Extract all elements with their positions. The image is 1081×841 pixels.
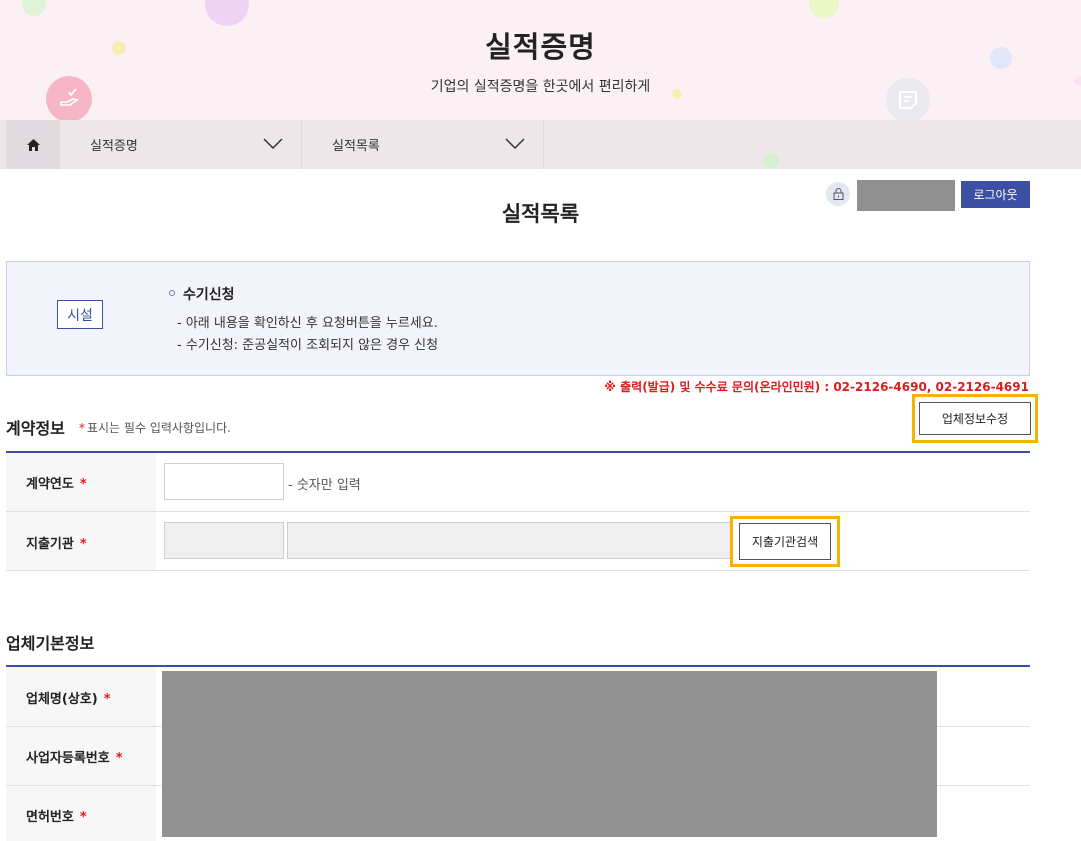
- decoration-dot: [809, 0, 839, 18]
- search-spending-org-button[interactable]: 지출기관검색: [730, 516, 840, 567]
- field-label-cell: 지출기관 *: [6, 512, 156, 570]
- form-row-contract-year: 계약연도 *: [6, 453, 1030, 512]
- notice-heading-text: 수기신청: [183, 287, 235, 303]
- field-label-text: 지출기관: [26, 537, 74, 552]
- required-mark: *: [79, 477, 87, 492]
- nav-item-performance-cert[interactable]: 실적증명: [60, 120, 302, 169]
- site-title: 실적증명: [485, 30, 596, 64]
- notice-line: - 수기신청: 준공실적이 조회되지 않은 경우 신청: [177, 338, 439, 353]
- notice-line: - 아래 내용을 확인하신 후 요청버튼을 누르세요.: [177, 316, 438, 331]
- field-label-text: 업체명(상호): [26, 692, 98, 707]
- field-label: 지출기관 *: [26, 533, 87, 552]
- contact-notice: ※ 출력(발급) 및 수수료 문의(온라인민원) : 02-2126-4690,…: [604, 380, 1029, 394]
- bullet-icon: [169, 290, 175, 296]
- numbers-only-hint: - 숫자만 입력: [288, 478, 361, 493]
- section-title-contract: 계약정보: [6, 419, 65, 438]
- edit-company-info-button[interactable]: 업체정보수정: [912, 394, 1038, 443]
- spending-org-name-field[interactable]: [287, 522, 733, 559]
- spending-org-code-field[interactable]: [164, 522, 284, 559]
- home-button[interactable]: [6, 120, 60, 169]
- required-note: * 표시는 필수 입력사항입니다.: [79, 419, 231, 436]
- nav-bar: 실적증명 실적목록: [0, 120, 1081, 169]
- header-banner: 실적증명 기업의 실적증명을 한곳에서 편리하게: [0, 0, 1081, 120]
- decoration-dot: [205, 0, 249, 26]
- decoration-dot: [764, 153, 779, 168]
- nav-item-label: 실적증명: [90, 139, 138, 154]
- required-mark: *: [79, 537, 87, 552]
- section-title-company: 업체기본정보: [6, 634, 95, 653]
- page-title: 실적목록: [501, 202, 580, 226]
- contract-year-input[interactable]: [164, 463, 284, 500]
- chevron-down-icon: [263, 138, 283, 150]
- decoration-dot: [22, 0, 46, 16]
- required-mark: *: [103, 692, 111, 707]
- chevron-down-icon: [505, 138, 525, 150]
- field-label-cell: 계약연도 *: [6, 453, 156, 511]
- field-label-text: 면허번호: [26, 810, 74, 825]
- search-spending-org-label: 지출기관검색: [739, 523, 831, 560]
- notice-heading: 수기신청: [169, 284, 235, 304]
- home-icon: [26, 138, 40, 151]
- field-label-cell: 업체명(상호) *: [6, 667, 156, 726]
- field-label-text: 사업자등록번호: [26, 751, 110, 766]
- required-mark: *: [79, 421, 85, 435]
- nav-item-performance-list[interactable]: 실적목록: [302, 120, 544, 169]
- required-note-text: 표시는 필수 입력사항입니다.: [87, 421, 231, 435]
- site-subtitle: 기업의 실적증명을 한곳에서 편리하게: [430, 79, 651, 95]
- notice-box: 시설 수기신청 - 아래 내용을 확인하신 후 요청버튼을 누르세요. - 수기…: [6, 261, 1030, 376]
- field-label-text: 계약연도: [26, 477, 74, 492]
- required-mark: *: [115, 751, 123, 766]
- field-label: 사업자등록번호 *: [26, 747, 123, 766]
- required-mark: *: [79, 810, 87, 825]
- edit-company-info-label: 업체정보수정: [919, 402, 1031, 435]
- category-badge: 시설: [57, 300, 103, 329]
- field-label-cell: 면허번호 *: [6, 786, 156, 841]
- company-info-redacted: [162, 671, 937, 837]
- field-label-cell: 사업자등록번호 *: [6, 727, 156, 785]
- nav-item-label: 실적목록: [332, 139, 380, 154]
- field-label: 계약연도 *: [26, 473, 87, 492]
- field-label: 업체명(상호) *: [26, 688, 111, 707]
- field-label: 면허번호 *: [26, 806, 87, 825]
